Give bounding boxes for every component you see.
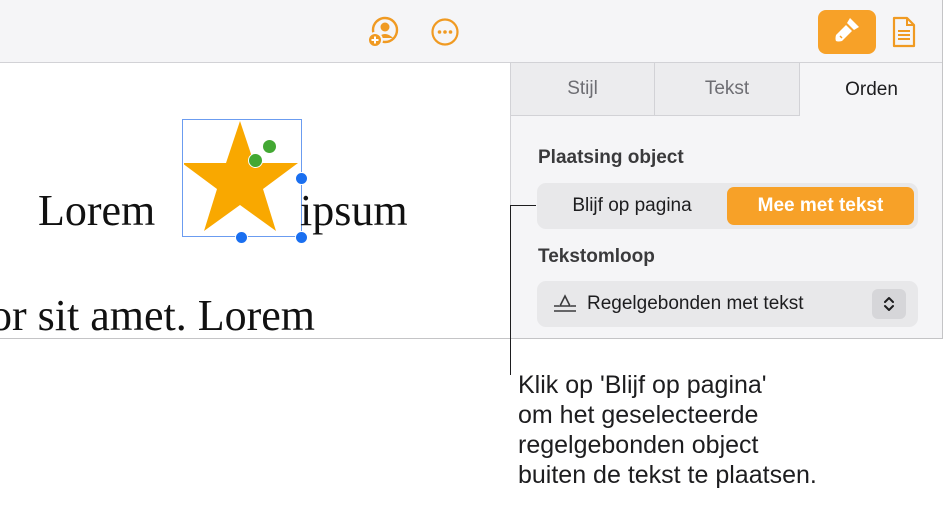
- text-wrap-popup[interactable]: Regelgebonden met tekst: [537, 281, 918, 327]
- callout-line-4: buiten de tekst te plaatsen.: [518, 461, 817, 489]
- callout-line: [510, 205, 511, 375]
- inline-wrap-icon: [553, 293, 577, 320]
- stay-on-page-button[interactable]: Blijf op pagina: [537, 183, 727, 229]
- inspector-tabs: Stijl Tekst Orden: [511, 63, 942, 116]
- body-text-line: or sit amet. Lorem: [0, 291, 316, 339]
- paintbrush-icon: [832, 15, 862, 50]
- callout-line-3: regelgebonden object: [518, 431, 759, 459]
- chevron-up-down-icon[interactable]: [872, 289, 906, 319]
- body-text-word: Lorem: [38, 186, 156, 235]
- callout-pointer: [510, 205, 536, 206]
- ellipsis-icon[interactable]: [425, 12, 465, 52]
- resize-handle-bottom[interactable]: [235, 231, 248, 244]
- callout-line-1: Klik op 'Blijf op pagina': [518, 371, 767, 399]
- body-text-word: ipsum: [300, 186, 408, 235]
- resize-handle-right[interactable]: [295, 172, 308, 185]
- star-shape[interactable]: [182, 119, 300, 240]
- person-add-icon[interactable]: [362, 12, 402, 52]
- text-wrap-heading: Tekstomloop: [538, 246, 655, 267]
- format-inspector: Stijl Tekst Orden Plaatsing object Blijf…: [510, 63, 942, 338]
- move-with-text-button[interactable]: Mee met tekst: [727, 187, 914, 225]
- object-placement-heading: Plaatsing object: [538, 147, 684, 168]
- object-placement-control: Blijf op pagina Mee met tekst: [537, 183, 918, 229]
- toolbar: [0, 0, 942, 63]
- tab-arrange[interactable]: Orden: [800, 63, 942, 116]
- document-canvas[interactable]: Lorem ipsum or sit amet. Lorem: [0, 63, 510, 339]
- app-window: Lorem ipsum or sit amet. Lorem Stijl Tek…: [0, 0, 943, 339]
- format-button[interactable]: [818, 10, 876, 54]
- shape-control-handle[interactable]: [262, 139, 277, 154]
- callout-line-2: om het geselecteerde: [518, 401, 759, 429]
- tab-style[interactable]: Stijl: [511, 63, 655, 116]
- document-icon[interactable]: [884, 12, 924, 52]
- text-wrap-value: Regelgebonden met tekst: [587, 293, 804, 314]
- callout-text: Klik op 'Blijf op pagina' om het geselec…: [518, 370, 938, 490]
- shape-control-handle[interactable]: [248, 153, 263, 168]
- tab-text[interactable]: Tekst: [655, 63, 800, 116]
